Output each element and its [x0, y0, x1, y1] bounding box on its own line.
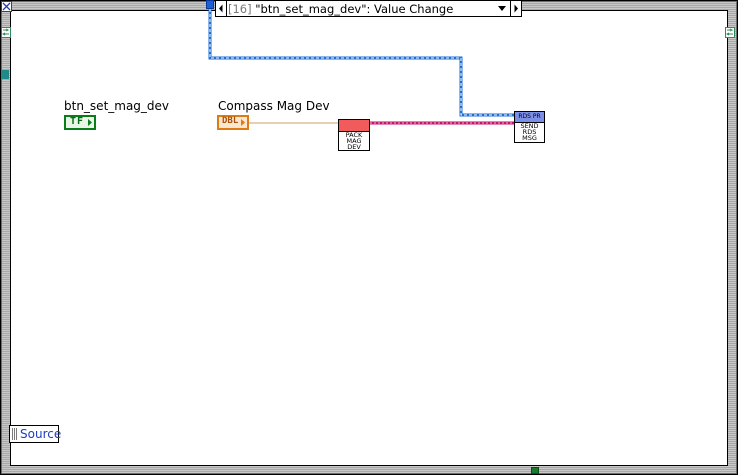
- compass-mag-dev-terminal[interactable]: DBL: [217, 115, 249, 130]
- dropdown-icon[interactable]: [497, 1, 507, 16]
- send-header-text: RDS PR: [518, 113, 541, 120]
- source-stripe: [12, 428, 17, 440]
- pack-mag-dev-subvi[interactable]: PACK MAG DEV: [338, 119, 370, 151]
- btn-set-mag-dev-terminal[interactable]: TF: [64, 115, 96, 130]
- compass-mag-dev-label: Compass Mag Dev: [218, 99, 330, 113]
- source-terminal[interactable]: Source: [9, 425, 62, 443]
- block-diagram: [16] "btn_set_mag_dev": Value Change btn…: [0, 0, 738, 475]
- event-case-label: [16] "btn_set_mag_dev": Value Change: [228, 2, 453, 16]
- pack-line-3: DEV: [347, 143, 361, 151]
- send-rds-msg-subvi[interactable]: RDS PR SEND RDS MSG: [514, 111, 545, 143]
- event-case-name: "btn_set_mag_dev": Value Change: [255, 2, 454, 16]
- tunnel-left[interactable]: [2, 70, 9, 79]
- dbl-type-text: DBL: [222, 116, 239, 126]
- terminal-arrow-icon: [88, 119, 92, 126]
- btn-set-mag-dev-label: btn_set_mag_dev: [64, 99, 170, 113]
- terminal-arrow-icon: [241, 119, 245, 126]
- event-case-diagram[interactable]: [10, 10, 728, 466]
- x-close-icon[interactable]: [1, 1, 12, 12]
- left-arrow-icon[interactable]: [216, 1, 227, 16]
- event-case-index: [16]: [228, 2, 252, 16]
- source-label: Source: [20, 427, 62, 441]
- left-event-data-node-icon[interactable]: [1, 27, 11, 38]
- right-arrow-icon[interactable]: [510, 1, 521, 16]
- send-line-3: MSG: [522, 134, 537, 142]
- event-data-node-icon[interactable]: [206, 0, 214, 9]
- event-case-selector[interactable]: [16] "btn_set_mag_dev": Value Change: [215, 0, 522, 17]
- bool-type-text: TF: [70, 116, 85, 127]
- right-event-data-node-icon[interactable]: [725, 27, 735, 38]
- bottom-tunnel[interactable]: [531, 467, 539, 474]
